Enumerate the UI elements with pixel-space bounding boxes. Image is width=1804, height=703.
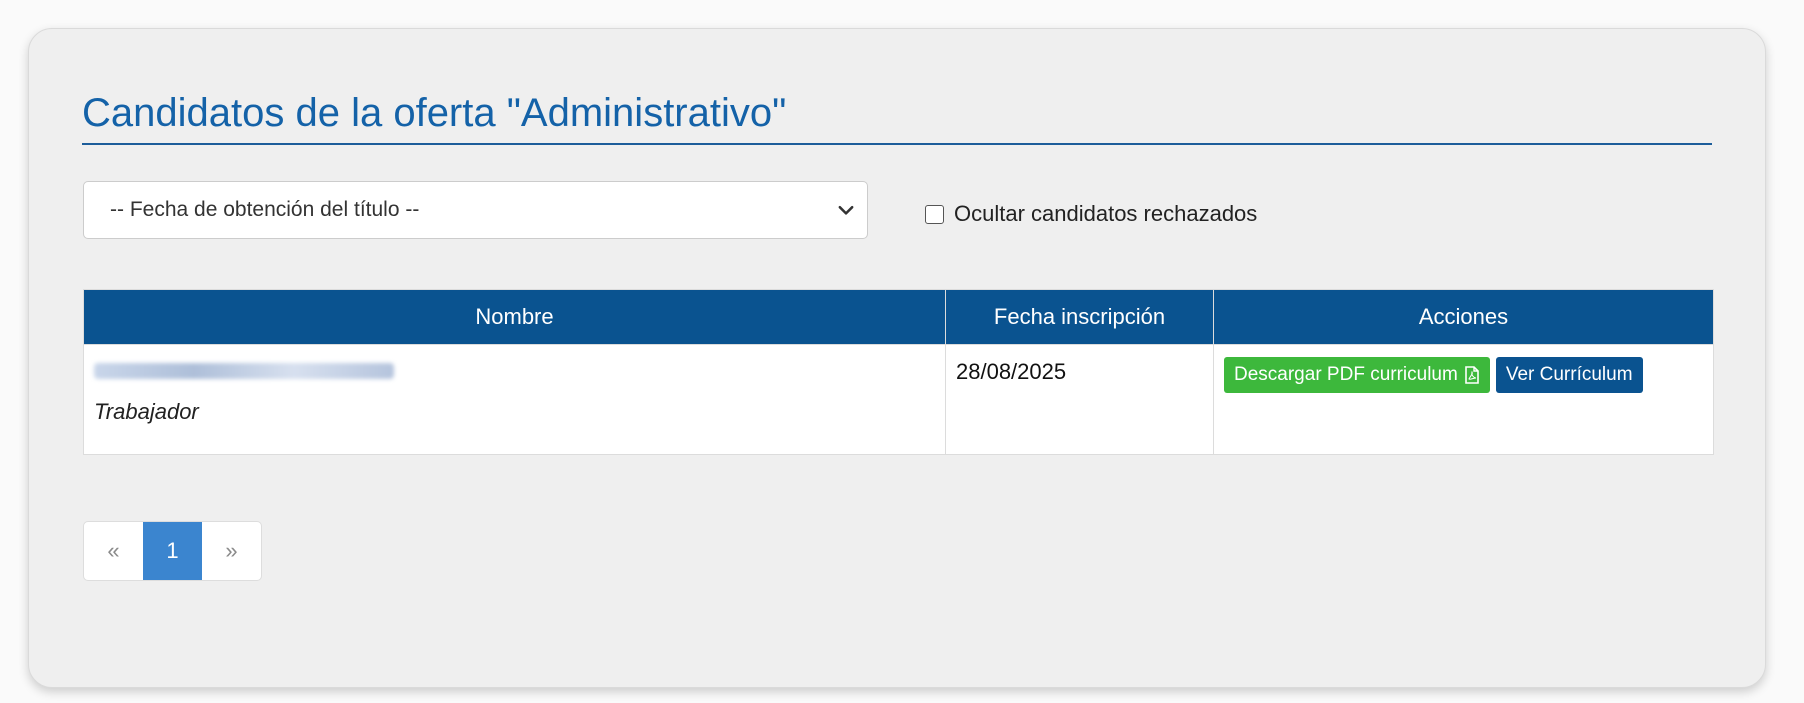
hide-rejected-checkbox[interactable] xyxy=(925,204,944,224)
row-actions: Descargar PDF curriculum Ver Currículum xyxy=(1224,357,1703,393)
download-pdf-label: Descargar PDF curriculum xyxy=(1234,364,1458,385)
table-row: Trabajador 28/08/2025 Descargar PDF curr… xyxy=(83,344,1714,455)
column-header-name: Nombre xyxy=(83,289,946,345)
title-divider xyxy=(82,143,1712,145)
table-header-row: Nombre Fecha inscripción Acciones xyxy=(83,289,1714,345)
page: Candidatos de la oferta "Administrativo"… xyxy=(0,0,1804,703)
candidate-name-cell: Trabajador xyxy=(83,344,946,455)
column-header-actions: Acciones xyxy=(1213,289,1714,345)
view-cv-button[interactable]: Ver Currículum xyxy=(1495,357,1643,393)
select-value: -- Fecha de obtención del título -- xyxy=(110,198,420,221)
degree-date-select[interactable]: -- Fecha de obtención del título -- xyxy=(83,181,868,239)
pagination-next[interactable]: » xyxy=(202,522,261,580)
pagination-page-1[interactable]: 1 xyxy=(143,522,202,580)
pagination: « 1 » xyxy=(83,521,262,581)
candidate-name-redacted xyxy=(94,363,394,379)
candidates-table: Nombre Fecha inscripción Acciones Trabaj… xyxy=(83,289,1714,455)
hide-rejected-filter[interactable]: Ocultar candidatos rechazados xyxy=(925,201,1257,227)
pdf-file-icon xyxy=(1465,366,1479,384)
actions-cell: Descargar PDF curriculum Ver Currículum xyxy=(1213,344,1714,455)
chevron-down-icon xyxy=(838,205,854,215)
candidate-role: Trabajador xyxy=(94,399,199,424)
hide-rejected-label: Ocultar candidatos rechazados xyxy=(954,201,1258,226)
candidates-panel: Candidatos de la oferta "Administrativo"… xyxy=(28,28,1766,688)
registration-date: 28/08/2025 xyxy=(956,359,1067,384)
download-pdf-button[interactable]: Descargar PDF curriculum xyxy=(1224,357,1490,393)
pagination-prev[interactable]: « xyxy=(84,522,143,580)
page-title: Candidatos de la oferta "Administrativo" xyxy=(82,91,787,135)
registration-date-cell: 28/08/2025 xyxy=(945,344,1214,455)
column-header-date: Fecha inscripción xyxy=(945,289,1214,345)
